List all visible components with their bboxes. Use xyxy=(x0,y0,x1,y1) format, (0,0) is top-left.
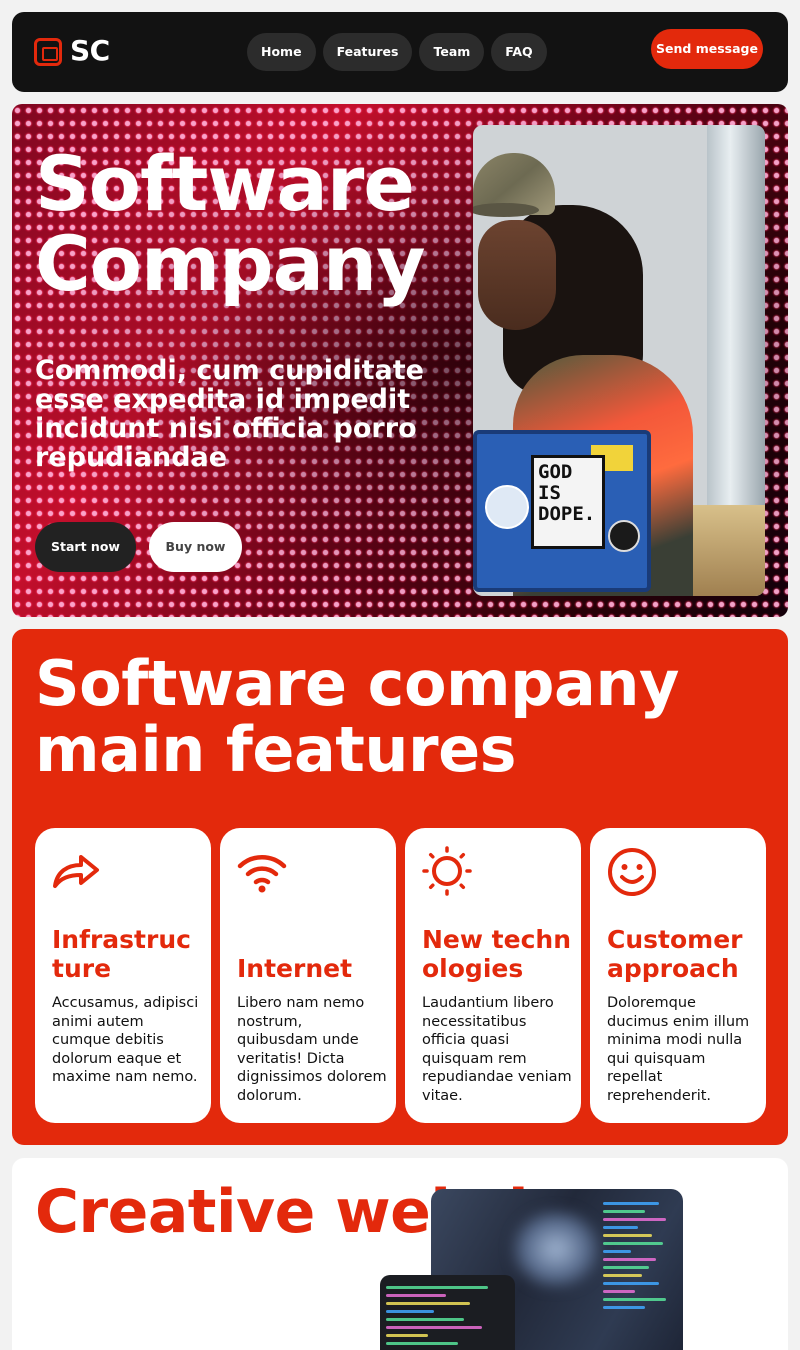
feature-card-title: Infrastructure xyxy=(52,925,191,983)
photo-face xyxy=(478,220,556,330)
share-arrow-icon xyxy=(53,855,99,888)
hero-title: Software Company xyxy=(35,139,426,308)
feature-card-title: New technologies xyxy=(422,925,571,983)
sun-icon xyxy=(422,846,472,896)
nav-link-home[interactable]: Home xyxy=(247,33,316,71)
features-title: Software company main features xyxy=(35,647,679,786)
nav-link-team[interactable]: Team xyxy=(419,33,485,71)
nav-link-faq[interactable]: FAQ xyxy=(491,33,547,71)
feature-card-text: Laudantium libero necessitatibus officia… xyxy=(422,995,572,1104)
hero-subtitle: Commodi, cum cupiditate esse expedita id… xyxy=(35,355,424,473)
send-message-button[interactable]: Send message xyxy=(651,29,763,69)
smile-icon xyxy=(608,848,656,896)
logo-text[interactable]: SC xyxy=(70,34,110,67)
feature-card-new-technologies: New technologies Laudantium libero neces… xyxy=(405,828,581,1123)
code-lines xyxy=(386,1281,506,1350)
feature-card-text: Libero nam nemo nostrum, quibusdam unde … xyxy=(237,995,387,1104)
navbar: SC Home Features Team FAQ Send message xyxy=(12,12,788,92)
nav-links: Home Features Team FAQ xyxy=(247,33,547,71)
hero-photo: GOD IS DOPE. xyxy=(473,125,765,596)
buy-now-button[interactable]: Buy now xyxy=(149,522,242,572)
photo-sticker-dark xyxy=(608,520,640,552)
feature-card-internet: Internet Libero nam nemo nostrum, quibus… xyxy=(220,828,396,1123)
code-lines xyxy=(603,1197,673,1314)
feature-card-customer-approach: Customer approach Doloremque ducimus eni… xyxy=(590,828,766,1123)
photo-sticker-text: GOD IS DOPE. xyxy=(538,461,596,525)
feature-cards: Infrastructure Accusamus, adipisci animi… xyxy=(35,828,766,1123)
creative-section: Creative website xyxy=(12,1158,788,1350)
features-section: Software company main features Infrastru… xyxy=(12,629,788,1145)
photo-sticker-god-is-dope: GOD IS DOPE. xyxy=(531,455,605,549)
photo-sticker-round xyxy=(485,485,529,529)
code-screenshot-front xyxy=(380,1275,515,1350)
logo-icon[interactable] xyxy=(34,38,62,66)
feature-card-text: Accusamus, adipisci animi autem cumque d… xyxy=(52,995,199,1086)
hero-section: Software Company Commodi, cum cupiditate… xyxy=(12,104,788,617)
feature-card-infrastructure: Infrastructure Accusamus, adipisci animi… xyxy=(35,828,211,1123)
feature-card-title: Customer approach xyxy=(607,925,743,983)
nav-link-features[interactable]: Features xyxy=(322,33,413,71)
feature-card-text: Doloremque ducimus enim illum minima mod… xyxy=(607,995,750,1104)
feature-card-title: Internet xyxy=(237,954,353,983)
start-now-button[interactable]: Start now xyxy=(35,522,136,572)
wifi-icon xyxy=(237,855,287,893)
